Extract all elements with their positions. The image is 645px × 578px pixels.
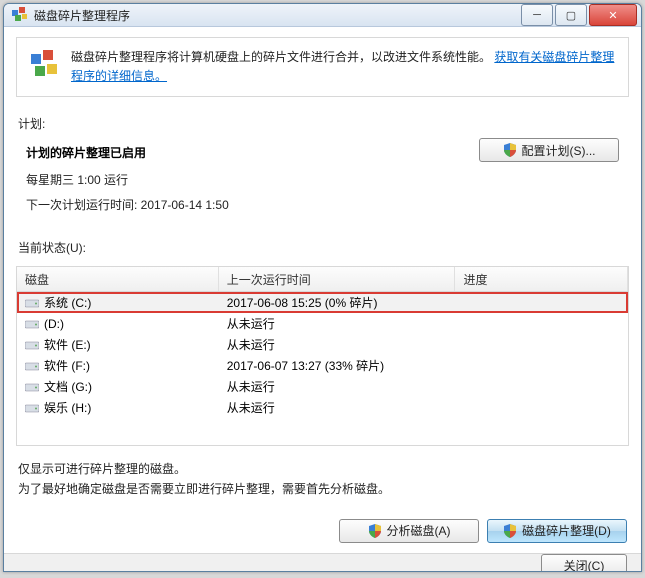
analyze-disk-button[interactable]: 分析磁盘(A) — [339, 519, 479, 543]
table-row[interactable]: 软件 (E:) 从未运行 — [17, 334, 628, 355]
disk-last-run: 从未运行 — [219, 315, 456, 332]
schedule-heading: 计划的碎片整理已启用 — [26, 144, 479, 161]
table-body: 系统 (C:)2017-06-08 15:25 (0% 碎片)(D:)从未运行软… — [17, 292, 628, 418]
disk-table: 磁盘 上一次运行时间 进度 系统 (C:) 2017-06-08 15:25 (0… — [16, 266, 629, 446]
info-description: 磁盘碎片整理程序将计算机硬盘上的碎片文件进行合并，以改进文件系统性能。 — [71, 50, 491, 64]
titlebar: 磁盘碎片整理程序 ─ ▢ ✕ — [4, 4, 641, 27]
hint-line1: 仅显示可进行碎片整理的磁盘。 — [18, 460, 627, 479]
drive-icon — [25, 402, 39, 414]
drive-icon — [25, 318, 39, 330]
table-row[interactable]: (D:) 从未运行 — [17, 313, 628, 334]
bottom-bar: 关闭(C) — [4, 553, 641, 572]
disk-name: 系统 (C:) — [44, 294, 91, 311]
defrag-window: 磁盘碎片整理程序 ─ ▢ ✕ 磁盘碎片整理程序将计算机硬盘上的碎片文件进行合并，… — [3, 3, 642, 572]
analyze-disk-label: 分析磁盘(A) — [387, 522, 451, 539]
minimize-button[interactable]: ─ — [521, 4, 553, 26]
defrag-disk-label: 磁盘碎片整理(D) — [522, 522, 611, 539]
hint-text: 仅显示可进行碎片整理的磁盘。 为了最好地确定磁盘是否需要立即进行碎片整理，需要首… — [18, 460, 627, 498]
table-row[interactable]: 文档 (G:) 从未运行 — [17, 376, 628, 397]
disk-name: (D:) — [44, 317, 64, 331]
shield-icon — [368, 524, 382, 538]
close-button[interactable]: ✕ — [589, 4, 637, 26]
disk-name: 软件 (F:) — [44, 357, 90, 374]
disk-last-run: 从未运行 — [219, 378, 456, 395]
status-section-label: 当前状态(U): — [18, 239, 629, 256]
close-dialog-button[interactable]: 关闭(C) — [541, 554, 627, 572]
schedule-next-run: 下一次计划运行时间: 2017-06-14 1:50 — [26, 196, 479, 213]
content-area: 磁盘碎片整理程序将计算机硬盘上的碎片文件进行合并，以改进文件系统性能。 获取有关… — [4, 27, 641, 553]
table-row[interactable]: 系统 (C:) 2017-06-08 15:25 (0% 碎片) — [17, 292, 628, 313]
disk-last-run: 2017-06-07 13:27 (33% 碎片) — [219, 357, 456, 374]
info-text: 磁盘碎片整理程序将计算机硬盘上的碎片文件进行合并，以改进文件系统性能。 获取有关… — [71, 48, 616, 86]
schedule-section-label: 计划: — [18, 115, 629, 132]
window-title: 磁盘碎片整理程序 — [34, 7, 519, 24]
info-panel: 磁盘碎片整理程序将计算机硬盘上的碎片文件进行合并，以改进文件系统性能。 获取有关… — [16, 37, 629, 97]
shield-icon — [503, 524, 517, 538]
drive-icon — [25, 381, 39, 393]
table-row[interactable]: 娱乐 (H:) 从未运行 — [17, 397, 628, 418]
defrag-app-icon — [12, 7, 28, 23]
drive-icon — [25, 297, 39, 309]
schedule-info: 计划的碎片整理已启用 每星期三 1:00 运行 下一次计划运行时间: 2017-… — [26, 138, 479, 221]
drive-icon — [25, 339, 39, 351]
column-last-run[interactable]: 上一次运行时间 — [219, 267, 456, 291]
table-header: 磁盘 上一次运行时间 进度 — [17, 267, 628, 292]
configure-schedule-button[interactable]: 配置计划(S)... — [479, 138, 619, 162]
defrag-disk-button[interactable]: 磁盘碎片整理(D) — [487, 519, 627, 543]
column-disk[interactable]: 磁盘 — [17, 267, 219, 291]
hint-line2: 为了最好地确定磁盘是否需要立即进行碎片整理，需要首先分析磁盘。 — [18, 480, 627, 499]
disk-last-run: 从未运行 — [219, 399, 456, 416]
disk-name: 娱乐 (H:) — [44, 399, 91, 416]
configure-schedule-label: 配置计划(S)... — [522, 142, 596, 159]
column-progress[interactable]: 进度 — [455, 267, 628, 291]
disk-last-run: 2017-06-08 15:25 (0% 碎片) — [219, 294, 456, 311]
schedule-frequency: 每星期三 1:00 运行 — [26, 171, 479, 188]
defrag-large-icon — [29, 48, 61, 80]
disk-name: 文档 (G:) — [44, 378, 92, 395]
shield-icon — [503, 143, 517, 157]
maximize-button[interactable]: ▢ — [555, 4, 587, 26]
drive-icon — [25, 360, 39, 372]
disk-last-run: 从未运行 — [219, 336, 456, 353]
table-row[interactable]: 软件 (F:) 2017-06-07 13:27 (33% 碎片) — [17, 355, 628, 376]
disk-name: 软件 (E:) — [44, 336, 91, 353]
